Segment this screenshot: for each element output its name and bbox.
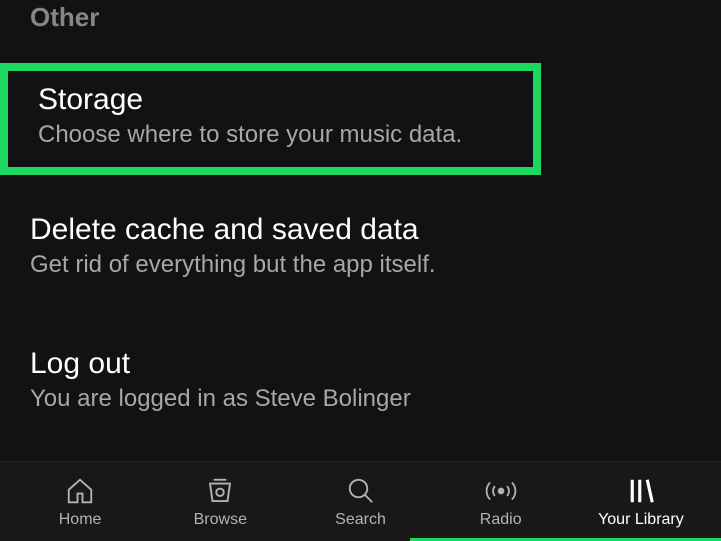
nav-label-search: Search	[335, 511, 386, 529]
nav-item-home[interactable]: Home	[10, 475, 150, 529]
section-header-other: Other	[0, 2, 721, 33]
setting-title-delete-cache: Delete cache and saved data	[30, 213, 691, 247]
setting-description-logout: You are logged in as Steve Bolinger	[30, 385, 691, 413]
setting-description-storage: Choose where to store your music data.	[38, 121, 511, 149]
setting-description-delete-cache: Get rid of everything but the app itself…	[30, 251, 691, 279]
setting-item-delete-cache[interactable]: Delete cache and saved data Get rid of e…	[0, 195, 721, 301]
library-icon	[626, 475, 656, 507]
setting-title-storage: Storage	[38, 83, 511, 117]
nav-label-home: Home	[59, 511, 102, 529]
nav-item-radio[interactable]: Radio	[431, 475, 571, 529]
settings-list: Storage Choose where to store your music…	[0, 63, 721, 435]
nav-label-radio: Radio	[480, 511, 522, 529]
nav-label-library: Your Library	[598, 511, 684, 529]
radio-icon	[484, 475, 518, 507]
nav-item-library[interactable]: Your Library	[571, 475, 711, 529]
nav-item-search[interactable]: Search	[290, 475, 430, 529]
home-icon	[65, 475, 95, 507]
bottom-nav: Home Browse Search	[0, 461, 721, 541]
search-icon	[346, 475, 376, 507]
setting-title-logout: Log out	[30, 347, 691, 381]
nav-label-browse: Browse	[194, 511, 247, 529]
setting-item-logout[interactable]: Log out You are logged in as Steve Bolin…	[0, 329, 721, 435]
browse-icon	[205, 475, 235, 507]
nav-item-browse[interactable]: Browse	[150, 475, 290, 529]
setting-item-storage[interactable]: Storage Choose where to store your music…	[0, 63, 541, 175]
